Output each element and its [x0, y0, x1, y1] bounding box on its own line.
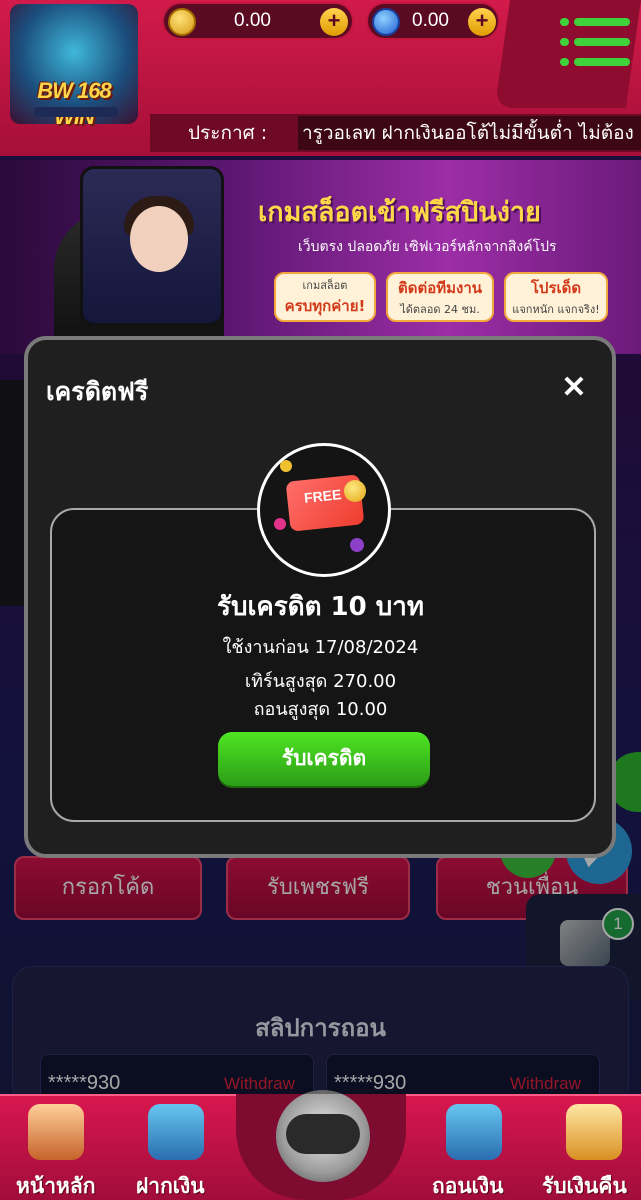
- banner-model-face: [130, 206, 188, 272]
- withdraw-atm-icon[interactable]: [446, 1104, 502, 1160]
- badge-top-text: ได้ตลอด 24 ชม.: [400, 303, 480, 316]
- announcement-label: ประกาศ :: [188, 122, 268, 144]
- coin-icon: [344, 480, 366, 502]
- logo-text: BW 168 WIN: [37, 78, 111, 129]
- badge-main-text: โปรเด็ด: [530, 279, 582, 297]
- coin-wallet: 0.00 +: [162, 2, 354, 40]
- credit-max-withdraw: ถอนสูงสุด 10.00: [253, 699, 388, 720]
- banner-badge-contact: ติดต่อทีมงาน ได้ตลอด 24 ชม.: [386, 272, 494, 322]
- sparkle-icon: [350, 538, 364, 552]
- credit-expiry: ใช้งานก่อน 17/08/2024: [222, 637, 419, 658]
- coin-icon: [168, 8, 196, 36]
- banner-subtitle: เว็บตรง ปลอดภัย เซิฟเวอร์หลักจากสิงค์โปร: [298, 239, 557, 255]
- badge-top-text: แจกหนัก แจกจริง!: [512, 303, 600, 316]
- badge-top-text: เกมสล็อต: [302, 279, 348, 292]
- modal-title: เครดิตฟรี: [46, 377, 149, 406]
- cashback-icon[interactable]: [566, 1104, 622, 1160]
- coin-balance: 0.00: [234, 10, 271, 31]
- gem-icon: [372, 8, 400, 36]
- claim-credit-button[interactable]: รับเครดิต: [218, 732, 430, 786]
- badge-main-text: ติดต่อทีมงาน: [397, 279, 482, 297]
- sparkle-icon: [280, 460, 292, 472]
- nav-withdraw-label[interactable]: ถอนเงิน: [432, 1170, 503, 1200]
- add-gem-button[interactable]: +: [468, 8, 496, 36]
- banner-title: เกมสล็อตเข้าฟรีสปินง่าย: [258, 197, 541, 228]
- deposit-atm-icon[interactable]: [148, 1104, 204, 1160]
- hamburger-menu-icon[interactable]: [560, 18, 630, 70]
- nav-deposit-label[interactable]: ฝากเงิน: [136, 1170, 205, 1200]
- home-icon[interactable]: [28, 1104, 84, 1160]
- nav-home-label[interactable]: หน้าหลัก: [16, 1170, 95, 1200]
- credit-amount: รับเครดิต 10 บาท: [216, 592, 424, 622]
- sparkle-icon: [274, 518, 286, 530]
- banner-badge-games: เกมสล็อต ครบทุกค่าย!: [274, 272, 376, 322]
- badge-main-text: ครบทุกค่าย!: [284, 297, 366, 315]
- close-icon[interactable]: ✕: [556, 370, 592, 406]
- announcement-marquee: ารูวอเลท ฝากเงินออโต้ไม่มีขั้นต่ำ ไม่ต้อ…: [298, 116, 641, 150]
- game-controller-icon: [286, 1114, 360, 1154]
- add-coin-button[interactable]: +: [320, 8, 348, 36]
- credit-max-turnover: เทิร์นสูงสุด 270.00: [244, 671, 397, 692]
- gem-wallet: 0.00 +: [366, 2, 500, 40]
- gem-balance: 0.00: [412, 10, 449, 31]
- logo-subbar: [34, 107, 118, 117]
- announcement-text: ารูวอเลท ฝากเงินออโต้ไม่มีขั้นต่ำ ไม่ต้อ…: [302, 122, 634, 144]
- banner-badge-promo: โปรเด็ด แจกหนัก แจกจริง!: [504, 272, 608, 322]
- nav-cashback-label[interactable]: รับเงินคืน: [542, 1170, 627, 1200]
